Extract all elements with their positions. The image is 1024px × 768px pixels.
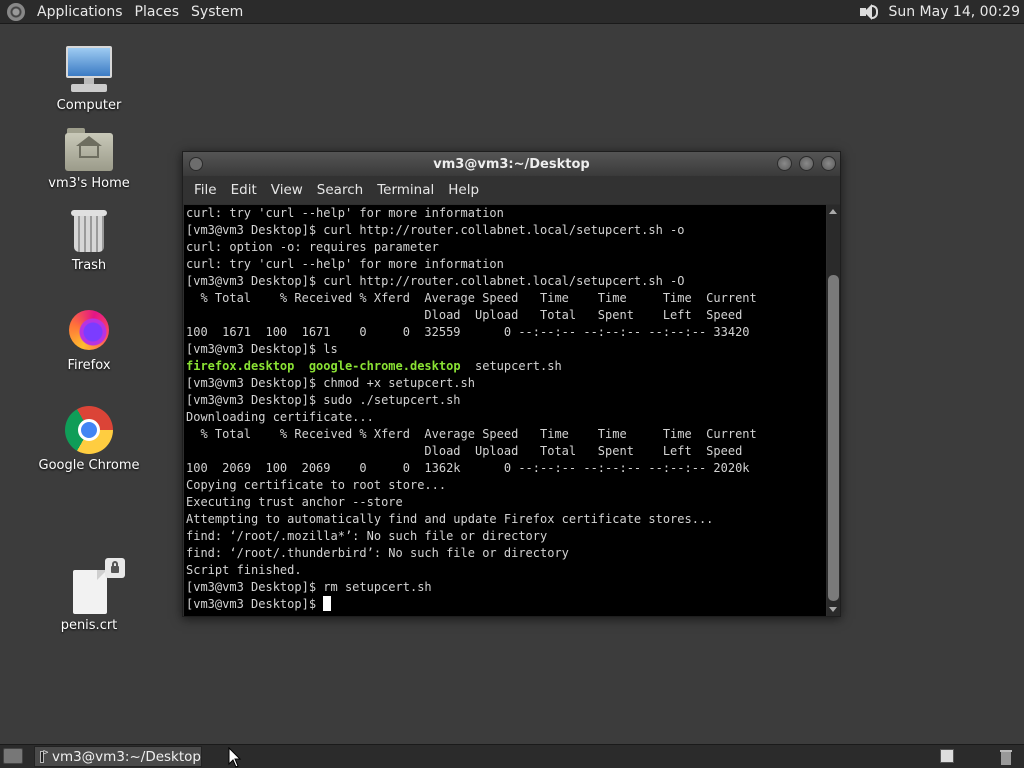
firefox-icon <box>65 306 113 354</box>
menu-file[interactable]: File <box>187 182 224 198</box>
desktop-icon-chrome[interactable]: Google Chrome <box>34 406 144 473</box>
terminal-line: curl: option -o: requires parameter <box>186 240 439 254</box>
maximize-button[interactable] <box>799 156 814 171</box>
show-desktop-button[interactable] <box>3 748 23 764</box>
terminal-line: [vm3@vm3 Desktop]$ ls <box>186 342 338 356</box>
system-menu[interactable]: System <box>185 4 249 20</box>
bottom-panel: vm3@vm3:~/Desktop <box>0 744 1024 768</box>
scroll-up-icon[interactable] <box>829 209 837 214</box>
desktop-icon-label: vm3's Home <box>48 176 130 191</box>
terminal-line: Copying certificate to root store... <box>186 478 447 492</box>
desktop-icon-home[interactable]: vm3's Home <box>34 128 144 191</box>
desktop-icon-firefox[interactable]: Firefox <box>34 306 144 373</box>
terminal-line: % Total % Received % Xferd Average Speed… <box>186 291 757 305</box>
taskbar-item-terminal[interactable]: vm3@vm3:~/Desktop <box>34 746 202 767</box>
home-folder-icon <box>65 128 113 172</box>
ls-file: google-chrome.desktop <box>308 359 461 373</box>
desktop-icon-label: Firefox <box>67 358 111 373</box>
scrollbar-thumb[interactable] <box>828 275 839 601</box>
minimize-button[interactable] <box>777 156 792 171</box>
volume-icon[interactable] <box>858 2 880 22</box>
terminal-line: Attempting to automatically find and upd… <box>186 512 714 526</box>
desktop-icon-certificate[interactable]: penis.crt <box>34 558 144 633</box>
menu-help[interactable]: Help <box>441 182 486 198</box>
certificate-file-icon <box>69 558 125 614</box>
terminal-line: [vm3@vm3 Desktop]$ curl http://router.co… <box>186 274 685 288</box>
lock-icon <box>105 558 125 578</box>
terminal-prompt-line[interactable]: [vm3@vm3 Desktop]$ <box>186 596 826 613</box>
window-title: vm3@vm3:~/Desktop <box>433 156 590 172</box>
desktop-icon-label: Trash <box>71 258 107 273</box>
window-titlebar[interactable]: vm3@vm3:~/Desktop <box>183 152 840 176</box>
desktop-icon-computer[interactable]: Computer <box>34 46 144 113</box>
terminal-line: 100 2069 100 2069 0 0 1362k 0 --:--:-- -… <box>186 461 750 475</box>
terminal-menubar: File Edit View Search Terminal Help <box>183 176 840 204</box>
terminal-line: 100 1671 100 1671 0 0 32559 0 --:--:-- -… <box>186 325 750 339</box>
top-menu: Applications Places System <box>31 4 249 20</box>
terminal-line: curl: try 'curl --help' for more informa… <box>186 206 504 220</box>
ls-output-line: firefox.desktop google-chrome.desktop se… <box>186 358 826 375</box>
terminal-line: [vm3@vm3 Desktop]$ rm setupcert.sh <box>186 580 432 594</box>
computer-icon <box>65 46 113 94</box>
chrome-icon <box>65 406 113 454</box>
terminal-line: [vm3@vm3 Desktop]$ chmod +x setupcert.sh <box>186 376 475 390</box>
window-controls <box>777 156 836 171</box>
close-button[interactable] <box>821 156 836 171</box>
terminal-line: Downloading certificate... <box>186 410 374 424</box>
top-panel-right: Sun May 14, 00:29 <box>858 2 1024 22</box>
menu-terminal[interactable]: Terminal <box>370 182 441 198</box>
terminal-line: Dload Upload Total Spent Left Speed <box>186 308 743 322</box>
mouse-pointer-icon <box>228 747 242 768</box>
terminal-line: [vm3@vm3 Desktop]$ sudo ./setupcert.sh <box>186 393 461 407</box>
terminal-line: find: ‘/root/.thunderbird’: No such file… <box>186 546 569 560</box>
taskbar-item-label: vm3@vm3:~/Desktop <box>51 748 201 765</box>
top-panel: Applications Places System Sun May 14, 0… <box>0 0 1024 24</box>
places-menu[interactable]: Places <box>129 4 186 20</box>
terminal-line: Dload Upload Total Spent Left Speed <box>186 444 743 458</box>
terminal-output[interactable]: curl: try 'curl --help' for more informa… <box>184 205 826 616</box>
scroll-down-icon[interactable] <box>829 607 837 612</box>
terminal-line: Executing trust anchor --store <box>186 495 403 509</box>
menu-edit[interactable]: Edit <box>224 182 264 198</box>
gnome-logo-icon[interactable] <box>7 2 25 21</box>
ls-file: setupcert.sh <box>475 359 562 373</box>
desktop-icon-label: penis.crt <box>60 618 118 633</box>
ls-file: firefox.desktop <box>186 359 295 373</box>
terminal-icon <box>40 748 48 763</box>
terminal-line: Script finished. <box>186 563 302 577</box>
terminal-cursor <box>323 596 332 611</box>
trash-applet-icon[interactable] <box>990 747 1020 767</box>
menu-search[interactable]: Search <box>310 182 370 198</box>
terminal-window[interactable]: vm3@vm3:~/Desktop File Edit View Search … <box>182 151 841 617</box>
terminal-line: find: ‘/root/.mozilla*’: No such file or… <box>186 529 548 543</box>
terminal-prompt: [vm3@vm3 Desktop]$ <box>186 597 324 611</box>
window-menu-button[interactable] <box>189 157 203 171</box>
terminal-line: curl: try 'curl --help' for more informa… <box>186 257 504 271</box>
terminal-scrollbar[interactable] <box>827 205 840 616</box>
desktop-icon-label: Google Chrome <box>38 458 140 473</box>
desktop-icon-label: Computer <box>56 98 122 113</box>
menu-view[interactable]: View <box>264 182 310 198</box>
workspace-switcher[interactable] <box>940 749 954 763</box>
terminal-line: [vm3@vm3 Desktop]$ curl http://router.co… <box>186 223 685 237</box>
terminal-line: % Total % Received % Xferd Average Speed… <box>186 427 757 441</box>
trash-icon <box>69 208 109 254</box>
clock[interactable]: Sun May 14, 00:29 <box>888 4 1020 20</box>
applications-menu[interactable]: Applications <box>31 4 129 20</box>
desktop-icon-trash[interactable]: Trash <box>34 208 144 273</box>
